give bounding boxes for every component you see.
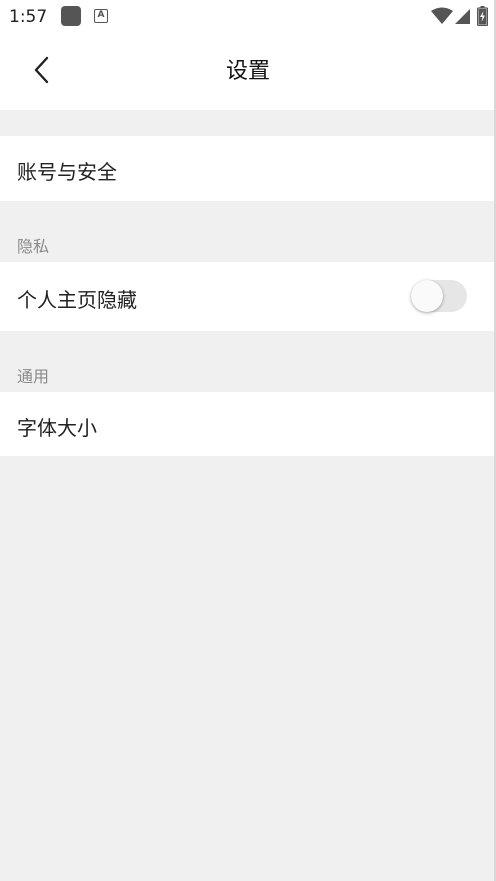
row-label: 账号与安全 <box>17 160 117 184</box>
battery-charging-icon <box>477 6 488 26</box>
toggle-knob <box>411 280 443 312</box>
settings-row-font-size[interactable]: 字体大小 <box>0 392 496 456</box>
page-title: 设置 <box>225 59 270 84</box>
row-label: 字体大小 <box>17 416 97 440</box>
row-label: 个人主页隐藏 <box>17 288 137 312</box>
signal-icon <box>455 7 471 25</box>
app-notification-icon <box>61 6 81 26</box>
settings-screen: 1:57 A 设置 账号与安全 隐私 个人主页隐藏 通用 字体大小 <box>0 0 496 881</box>
font-notification-icon: A <box>94 9 108 23</box>
profile-hidden-toggle[interactable] <box>411 280 467 312</box>
status-icons <box>431 6 488 26</box>
settings-row-account-security[interactable]: 账号与安全 <box>0 136 496 201</box>
chevron-left-icon <box>33 56 51 88</box>
section-title-privacy: 隐私 <box>17 237 50 256</box>
section-title-general: 通用 <box>17 367 50 386</box>
back-button[interactable] <box>22 52 62 92</box>
status-bar: 1:57 A <box>0 0 496 34</box>
wifi-icon <box>431 7 453 25</box>
settings-row-profile-hidden: 个人主页隐藏 <box>0 262 496 331</box>
status-time: 1:57 <box>9 7 48 27</box>
header: 设置 <box>0 34 496 110</box>
